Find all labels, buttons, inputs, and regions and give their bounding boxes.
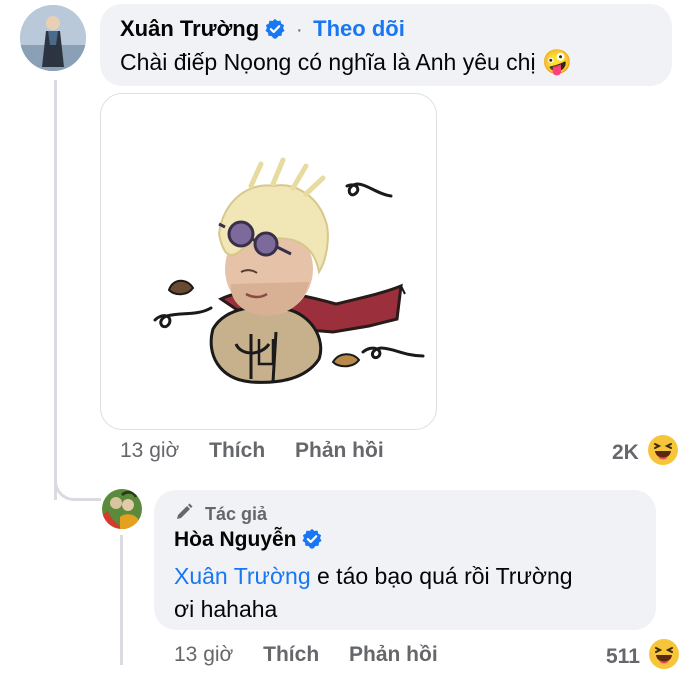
reply-actions: 13 giờ Thích Phản hồi	[174, 643, 462, 667]
reply-bubble: Tác giả Hòa Nguyễn Xuân Trường e táo bạo…	[154, 490, 656, 630]
sticker-attachment[interactable]	[100, 93, 437, 430]
author-badge: Tác giả	[174, 502, 267, 527]
separator-dot: ·	[296, 19, 303, 41]
reply-text-line2: ơi hahaha	[174, 596, 278, 622]
thread-line-reply	[120, 535, 123, 665]
avatar-image	[20, 5, 86, 71]
follow-button[interactable]: Theo dõi	[313, 16, 405, 41]
comment-actions: 13 giờ Thích Phản hồi	[120, 439, 408, 463]
author-badge-label: Tác giả	[205, 504, 268, 524]
comment-text-content: Chài điếp Nọong có nghĩa là Anh yêu chị	[120, 49, 536, 75]
reply-text: Xuân Trường e táo bạo quá rồi Trường ơi …	[174, 560, 644, 626]
reply-text-line1: e táo bạo quá rồi Trường	[317, 563, 573, 589]
reply-author-name[interactable]: Hòa Nguyễn	[174, 528, 297, 551]
haha-reaction-icon	[648, 638, 680, 676]
sticker-image	[153, 157, 425, 384]
haha-reaction-icon	[647, 434, 679, 472]
reply-button[interactable]: Phản hồi	[295, 439, 384, 462]
comment-reactions[interactable]: 2K	[612, 434, 679, 472]
thread-line-main	[54, 80, 57, 500]
like-button[interactable]: Thích	[209, 439, 265, 462]
like-button[interactable]: Thích	[263, 643, 319, 666]
pencil-icon	[174, 502, 194, 527]
mention-link[interactable]: Xuân Trường	[174, 563, 311, 589]
reply-button[interactable]: Phản hồi	[349, 643, 438, 666]
avatar-hoa-nguyen[interactable]	[102, 489, 142, 529]
reply-reactions[interactable]: 511	[606, 638, 680, 676]
zany-face-emoji: 🤪	[541, 49, 572, 76]
reaction-count: 511	[606, 645, 640, 668]
reaction-count: 2K	[612, 441, 639, 464]
comment-bubble: Xuân Trường · Theo dõi Chài điếp Nọong c…	[100, 4, 672, 86]
comment-time[interactable]: 13 giờ	[120, 439, 179, 462]
comment-text: Chài điếp Nọong có nghĩa là Anh yêu chị …	[120, 46, 572, 79]
verified-badge-icon	[301, 528, 323, 555]
reply-time[interactable]: 13 giờ	[174, 643, 233, 666]
verified-badge-icon	[264, 18, 286, 45]
avatar-xuan-truong[interactable]	[20, 5, 86, 71]
comment-author-name[interactable]: Xuân Trường	[120, 16, 259, 41]
avatar-image	[102, 489, 142, 529]
thread-line-branch	[54, 478, 101, 501]
